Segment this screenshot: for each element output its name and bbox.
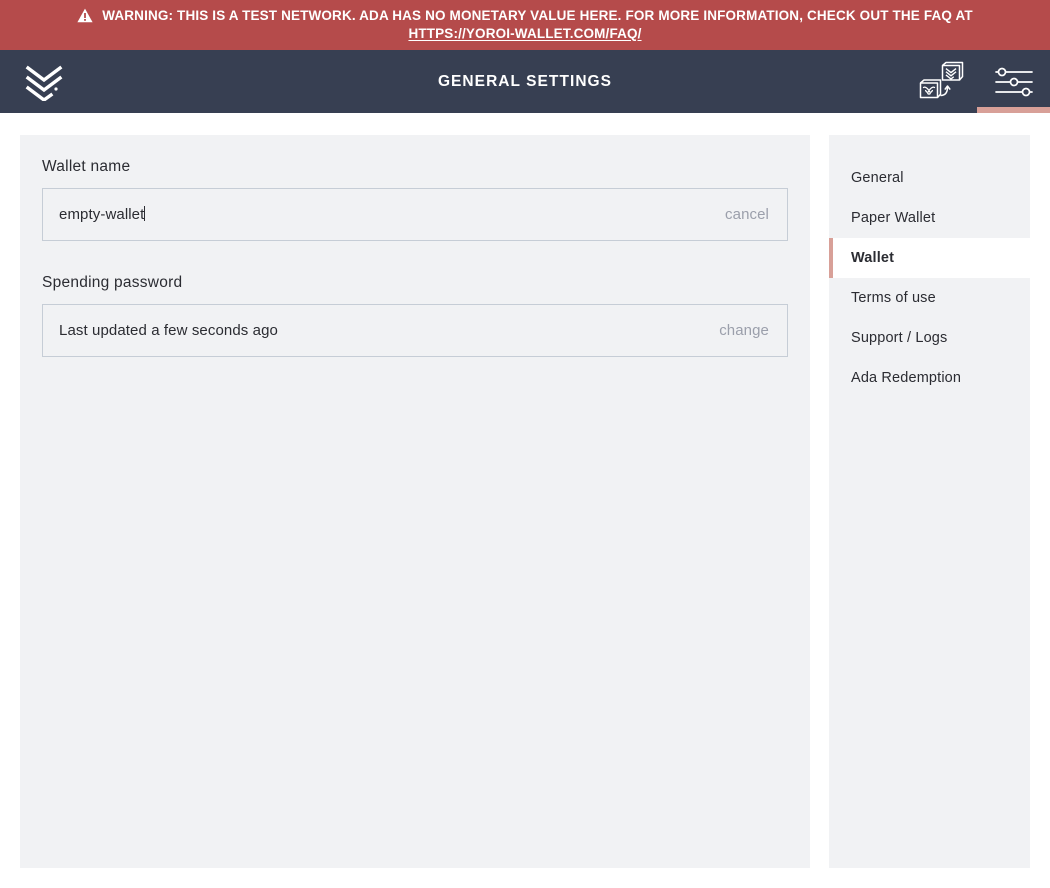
nav-actions [904,50,1050,113]
warning-faq-link[interactable]: HTTPS://YOROI-WALLET.COM/FAQ/ [408,25,641,43]
settings-sliders-icon [994,65,1034,99]
settings-menu-item-wallet[interactable]: Wallet [829,238,1030,278]
spending-password-status: Last updated a few seconds ago [59,322,278,339]
wallet-switch-icon [918,61,964,103]
top-navigation-bar: GENERAL SETTINGS [0,50,1050,113]
spending-password-change-button[interactable]: change [719,322,769,339]
settings-menu-item-support-logs[interactable]: Support / Logs [829,318,1030,358]
spending-password-label: Spending password [42,274,183,291]
test-network-warning-banner: WARNING: THIS IS A TEST NETWORK. ADA HAS… [0,0,1050,50]
wallet-name-label: Wallet name [42,158,131,175]
wallet-name-value[interactable]: empty-wallet [59,206,725,223]
spending-password-row[interactable]: Last updated a few seconds ago change [42,304,788,357]
wallet-switch-button[interactable] [904,50,977,113]
warning-message-line: WARNING: THIS IS A TEST NETWORK. ADA HAS… [77,7,973,25]
wallet-name-input[interactable]: empty-wallet cancel [42,188,788,241]
warning-message-text: WARNING: THIS IS A TEST NETWORK. ADA HAS… [102,7,973,23]
warning-triangle-icon [77,8,93,23]
settings-menu-item-ada-redemption[interactable]: Ada Redemption [829,358,1030,398]
yoroi-logo-icon[interactable] [24,63,64,101]
settings-menu-item-paper-wallet[interactable]: Paper Wallet [829,198,1030,238]
page-title: GENERAL SETTINGS [437,72,613,90]
settings-menu-item-terms-of-use[interactable]: Terms of use [829,278,1030,318]
page-body: Wallet name empty-wallet cancel Spending… [0,113,1050,888]
settings-menu: General Paper Wallet Wallet Terms of use… [829,135,1030,868]
wallet-settings-pane: Wallet name empty-wallet cancel Spending… [20,135,810,868]
settings-button[interactable] [977,50,1050,113]
wallet-name-cancel-button[interactable]: cancel [725,206,769,223]
settings-menu-item-general[interactable]: General [829,158,1030,198]
